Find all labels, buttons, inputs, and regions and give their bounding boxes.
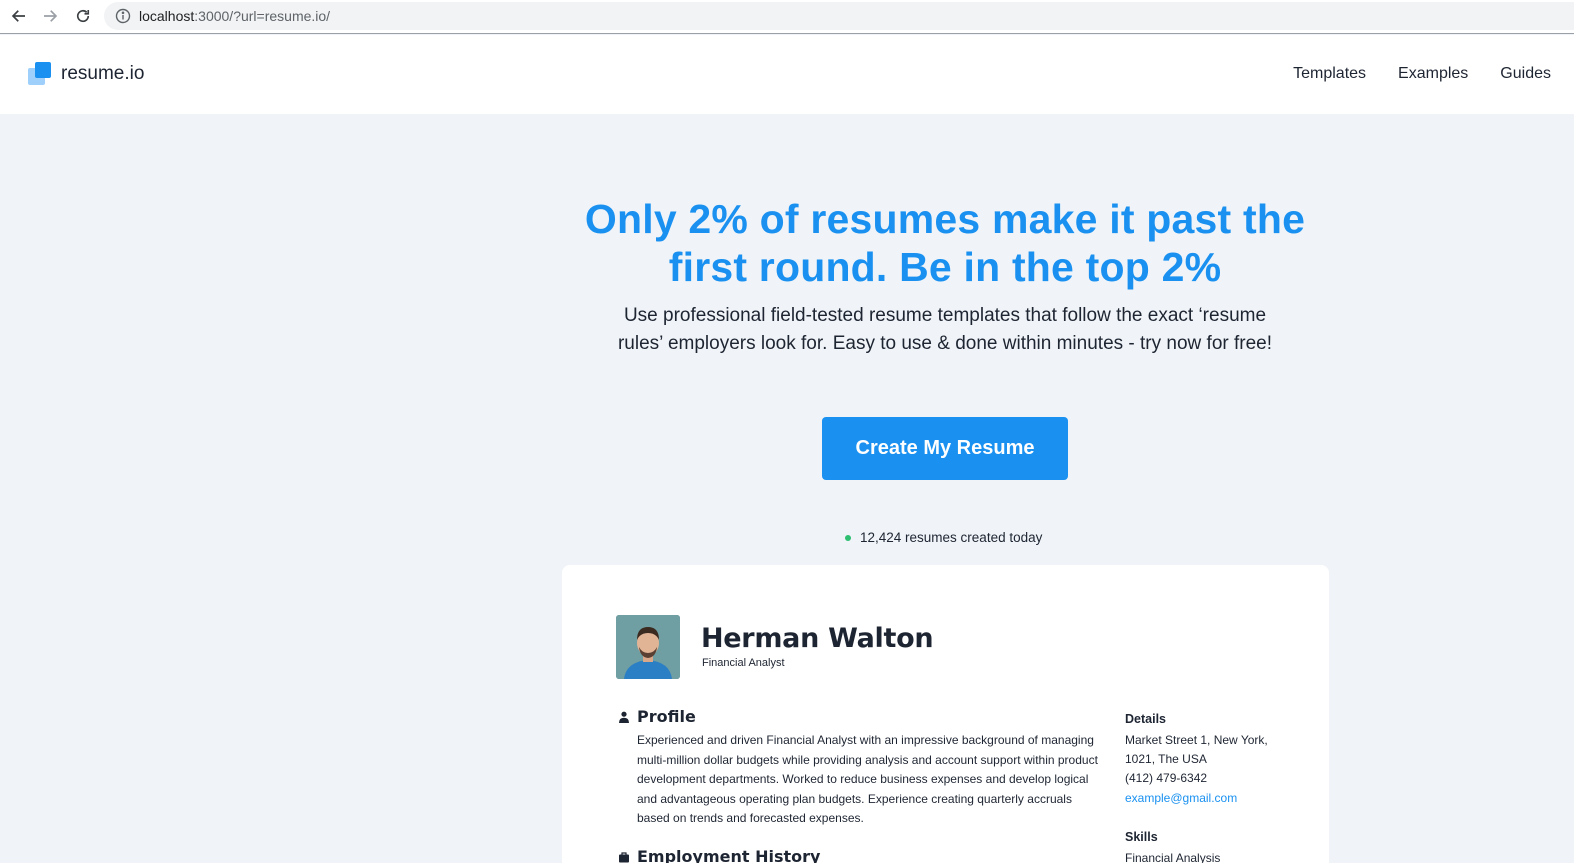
briefcase-icon — [619, 852, 629, 863]
profile-text: Experienced and driven Financial Analyst… — [637, 733, 1098, 825]
nav-guides[interactable]: Guides — [1500, 65, 1551, 83]
browser-toolbar: localhost:3000/?url=resume.io/ — [0, 0, 1574, 34]
info-icon[interactable] — [115, 8, 131, 24]
person-icon — [619, 711, 629, 723]
details-phone: (412) 479-6342 — [1125, 771, 1208, 785]
avatar — [616, 615, 680, 679]
logo-text: resume.io — [61, 63, 145, 84]
status-dot-icon — [845, 534, 851, 541]
nav-examples[interactable]: Examples — [1398, 65, 1468, 83]
create-resume-button[interactable]: Create My Resume — [822, 417, 1068, 480]
details-address-line-1: Market Street 1, New York, — [1125, 733, 1268, 747]
logo-icon — [28, 62, 52, 86]
details-email-link[interactable]: example@gmail.com — [1125, 789, 1237, 809]
details-address-line-2: 1021, The USA — [1125, 752, 1207, 766]
skill-item: Financial Analysis — [1125, 851, 1221, 863]
site-logo[interactable]: resume.io — [28, 62, 144, 86]
url-path: :3000/?url=resume.io/ — [194, 8, 331, 24]
url-text: localhost:3000/?url=resume.io/ — [139, 8, 330, 24]
nav-templates[interactable]: Templates — [1293, 65, 1366, 83]
resume-role: Financial Analyst — [702, 657, 785, 669]
address-bar[interactable]: localhost:3000/?url=resume.io/ — [104, 2, 1574, 30]
hero-subtitle: Use professional field-tested resume tem… — [617, 305, 1273, 354]
reload-icon[interactable] — [70, 4, 96, 28]
resume-name: Herman Walton — [701, 623, 934, 654]
main-nav: Templates Examples Guides — [1293, 65, 1551, 83]
forward-arrow-icon[interactable] — [37, 4, 63, 28]
profile-section-title: Profile — [637, 707, 696, 726]
site-header: resume.io Templates Examples Guides — [0, 35, 1574, 114]
employment-section-title: Employment History — [637, 847, 821, 863]
hero-title: Only 2% of resumes make it past the firs… — [584, 196, 1306, 290]
back-arrow-icon[interactable] — [6, 4, 32, 28]
details-title: Details — [1125, 712, 1166, 726]
resume-preview-card[interactable]: Herman Walton Financial Analyst Profile … — [562, 565, 1329, 863]
resume-counter: 12,424 resumes created today — [845, 530, 1042, 545]
skills-title: Skills — [1125, 830, 1158, 844]
counter-text: 12,424 resumes created today — [860, 530, 1043, 545]
url-host: localhost — [139, 8, 195, 24]
